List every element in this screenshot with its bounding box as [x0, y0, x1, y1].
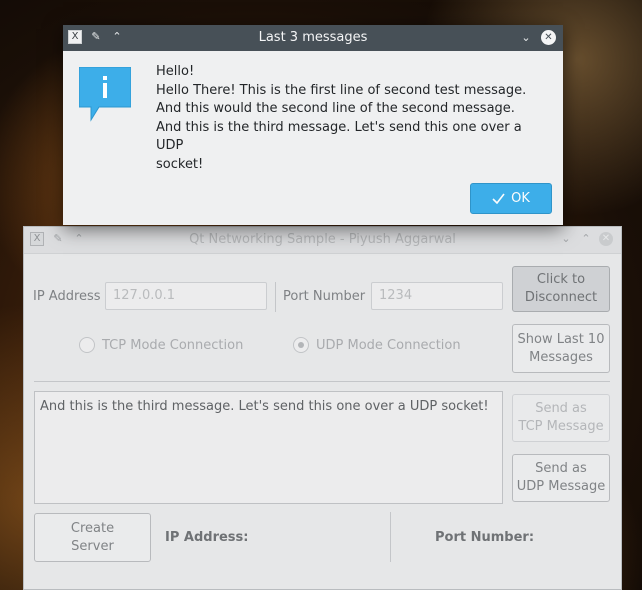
- create-server-button[interactable]: Create Server: [34, 513, 151, 562]
- message-line: And this is the third message. Let's sen…: [156, 119, 522, 154]
- minimize-icon[interactable]: ⌄: [519, 31, 533, 45]
- main-titlebar: X ✎ ⌃ Qt Networking Sample - Piyush Agga…: [24, 227, 621, 254]
- ip-address-label: IP Address: [33, 289, 101, 304]
- tcp-mode-label: TCP Mode Connection: [102, 337, 244, 353]
- close-icon[interactable]: ✕: [541, 30, 556, 45]
- send-udp-button[interactable]: Send as UDP Message: [512, 454, 610, 502]
- message-line: Hello There! This is the first line of s…: [156, 82, 527, 98]
- message-input[interactable]: And this is the third message. Let's sen…: [34, 391, 503, 504]
- ok-button[interactable]: OK: [470, 183, 552, 214]
- message-line: socket!: [156, 156, 204, 172]
- radio-icon: [79, 337, 95, 353]
- send-tcp-button[interactable]: Send as TCP Message: [512, 394, 610, 442]
- udp-mode-label: UDP Mode Connection: [316, 337, 461, 353]
- main-window-title: Qt Networking Sample - Piyush Aggarwal: [189, 232, 456, 247]
- divider: [275, 282, 276, 312]
- dialog-title: Last 3 messages: [258, 30, 368, 45]
- divider: [390, 512, 391, 562]
- message-line: Hello!: [156, 64, 195, 79]
- minimize-icon[interactable]: ⌄: [559, 232, 573, 246]
- port-number-label: Port Number: [283, 289, 366, 304]
- messages-dialog: X ✎ ⌃ Last 3 messages ⌄ ✕ Hello! Hello T…: [63, 25, 563, 225]
- radio-checked-icon: [293, 337, 309, 353]
- udp-mode-radio[interactable]: UDP Mode Connection: [293, 337, 461, 353]
- information-icon: [79, 67, 131, 122]
- dialog-message: Hello! Hello There! This is the first li…: [156, 63, 546, 174]
- ip-address-input[interactable]: 127.0.0.1: [105, 282, 267, 310]
- close-icon[interactable]: ✕: [599, 232, 613, 246]
- checkmark-icon: [492, 193, 505, 204]
- ok-label: OK: [511, 191, 530, 206]
- disconnect-button[interactable]: Click to Disconnect: [512, 266, 610, 312]
- tcp-mode-radio[interactable]: TCP Mode Connection: [79, 337, 243, 353]
- port-number-input[interactable]: 1234: [371, 282, 503, 310]
- server-port-label: Port Number:: [435, 530, 535, 545]
- message-line: And this would the second line of the se…: [156, 101, 515, 116]
- maximize-icon[interactable]: ⌃: [579, 232, 593, 246]
- divider: [34, 381, 610, 382]
- dialog-titlebar: X ✎ ⌃ Last 3 messages ⌄ ✕: [63, 25, 563, 51]
- main-window: X ✎ ⌃ Qt Networking Sample - Piyush Agga…: [23, 226, 622, 590]
- server-ip-label: IP Address:: [165, 530, 249, 545]
- show-last-messages-button[interactable]: Show Last 10 Messages: [512, 324, 610, 373]
